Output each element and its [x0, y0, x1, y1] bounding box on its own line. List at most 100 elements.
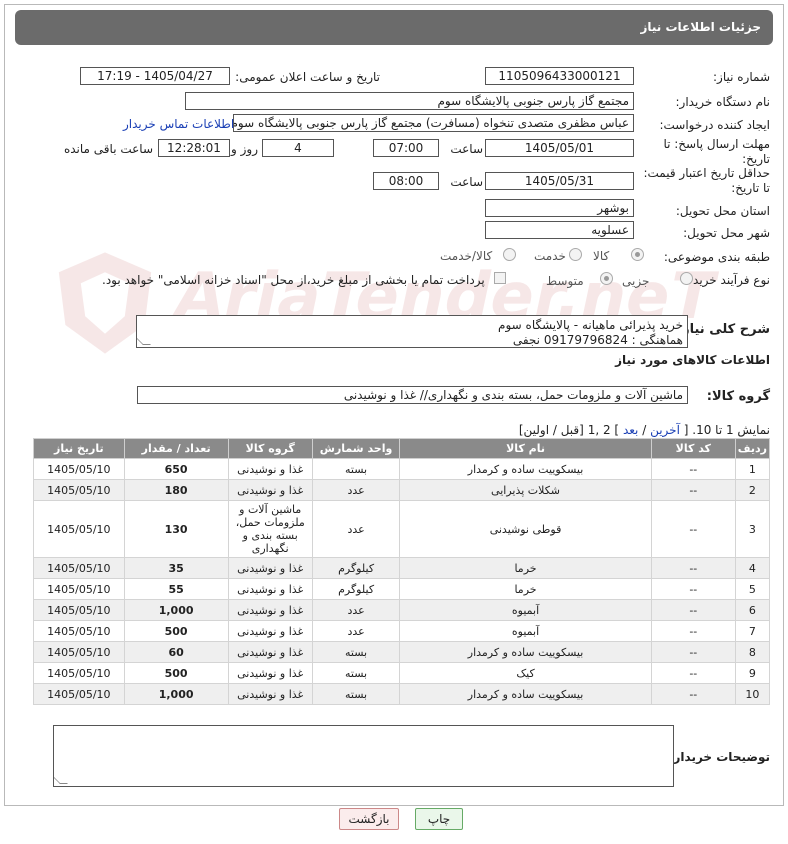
buyer-org-field: مجتمع گاز پارس جنوبی پالایشگاه سوم — [185, 92, 634, 110]
cell-qty: 180 — [123, 479, 229, 501]
need-number-label: شماره نیاز: — [713, 70, 770, 84]
col-row: ردیف — [734, 438, 771, 459]
cell-code: -- — [650, 458, 736, 480]
cell-name: بیسکوییت ساده و کرمدار — [399, 458, 652, 480]
goods-group-field: ماشین آلات و ملزومات حمل، بسته بندی و نگ… — [137, 386, 688, 404]
table-row: 8 -- بیسکوییت ساده و کرمدار بسته غذا و نوشید… — [33, 641, 771, 663]
table-row: 6 -- آبمیوه عدد غذا و نوشیدنی 1,000 1405/05/10 — [33, 599, 771, 621]
cell-unit: بسته — [311, 683, 401, 705]
purchase-option-medium: متوسط — [546, 274, 584, 288]
pagination: نمایش 1 تا 10. [ آخرین / بعد ] 2 ,1 [قبل… — [519, 423, 770, 437]
table-row: 1 -- بیسکوییت ساده و کرمدار بسته غذا و نوشید… — [33, 458, 771, 480]
cell-qty: 500 — [123, 620, 229, 642]
category-radio-service[interactable] — [569, 248, 582, 261]
buyer-notes-textarea[interactable] — [53, 725, 674, 787]
pagination-next-link[interactable]: بعد — [623, 423, 638, 437]
cell-code: -- — [650, 557, 736, 579]
announce-label: تاریخ و ساعت اعلان عمومی: — [235, 70, 380, 84]
cell-group: غذا و نوشیدنی — [227, 458, 313, 480]
print-button[interactable]: چاپ — [415, 808, 463, 830]
cell-date: 1405/05/10 — [33, 620, 125, 642]
cell-group: غذا و نوشیدنی — [227, 578, 313, 600]
category-label: طبقه بندی موضوعی: — [663, 250, 770, 264]
cell-date: 1405/05/10 — [33, 458, 125, 480]
col-date: تاریخ نیاز — [33, 438, 125, 459]
category-radio-goods[interactable] — [631, 248, 644, 261]
table-row: 4 -- خرما کیلوگرم غذا و نوشیدنی 35 1405/05/10 — [33, 557, 771, 579]
table-row: 7 -- آبمیوه عدد غذا و نوشیدنی 500 1405/05/10 — [33, 620, 771, 642]
pagination-prev-first: [قبل / اولین] — [518, 423, 584, 437]
city-field: عسلویه — [485, 221, 634, 239]
cell-code: -- — [650, 641, 736, 663]
col-group: گروه کالا — [227, 438, 313, 459]
col-qty: تعداد / مقدار — [123, 438, 229, 459]
cell-name: بیسکوییت ساده و کرمدار — [399, 641, 652, 663]
cell-date: 1405/05/10 — [33, 500, 125, 558]
cell-row: 2 — [734, 479, 771, 501]
desc-textarea[interactable]: خرید پذیرائی ماهیانه - پالایشگاه سوم هما… — [136, 315, 688, 348]
cell-name: خرما — [399, 557, 652, 579]
cell-row: 7 — [734, 620, 771, 642]
cell-date: 1405/05/10 — [33, 479, 125, 501]
purchase-radio-minor[interactable] — [680, 272, 693, 285]
col-name: نام کالا — [399, 438, 652, 459]
items-table: ردیف کد کالا نام کالا واحد شمارش گروه کا… — [33, 438, 771, 705]
pagination-pages: ] 2 ,1 — [587, 423, 620, 437]
cell-date: 1405/05/10 — [33, 599, 125, 621]
cell-name: آبمیوه — [399, 620, 652, 642]
cell-row: 8 — [734, 641, 771, 663]
buyer-notes-label: توضیحات خریدار: — [668, 750, 770, 764]
reply-date-field: 1405/05/01 — [485, 139, 634, 157]
page-header: جزئیات اطلاعات نیاز — [15, 10, 773, 45]
cell-date: 1405/05/10 — [33, 662, 125, 684]
goods-info-title: اطلاعات کالاهای مورد نیاز — [615, 353, 770, 367]
category-option-goods: کالا — [593, 249, 610, 263]
cell-row: 10 — [734, 683, 771, 705]
pagination-sep: / — [638, 423, 647, 437]
reply-time-field: 07:00 — [373, 139, 439, 157]
cell-group: غذا و نوشیدنی — [227, 683, 313, 705]
cell-date: 1405/05/10 — [33, 683, 125, 705]
cell-unit: بسته — [311, 641, 401, 663]
back-button[interactable]: بازگشت — [339, 808, 399, 830]
province-field: بوشهر — [485, 199, 634, 217]
category-option-service: خدمت — [534, 249, 566, 263]
pagination-last-link[interactable]: آخرین — [650, 423, 680, 437]
cell-qty: 60 — [123, 641, 229, 663]
cell-name: خرما — [399, 578, 652, 600]
remaining-label: ساعت باقی مانده — [63, 142, 153, 156]
cell-code: -- — [650, 683, 736, 705]
cell-group: غذا و نوشیدنی — [227, 557, 313, 579]
cell-row: 9 — [734, 662, 771, 684]
resize-handle-icon[interactable] — [54, 776, 68, 784]
cell-qty: 35 — [123, 557, 229, 579]
cell-group: غذا و نوشیدنی — [227, 620, 313, 642]
cell-unit: عدد — [311, 620, 401, 642]
cell-code: -- — [650, 578, 736, 600]
table-row: 2 -- شکلات پذیرایی عدد غذا و نوشیدنی 180 1405/… — [33, 479, 771, 501]
cell-group: ماشین آلات و ملزومات حمل، بسته بندی و نگ… — [227, 500, 313, 558]
creator-label: ایجاد کننده درخواست: — [659, 118, 770, 132]
cell-row: 5 — [734, 578, 771, 600]
cell-unit: عدد — [311, 479, 401, 501]
cell-qty: 1,000 — [123, 683, 229, 705]
cell-code: -- — [650, 599, 736, 621]
cell-qty: 500 — [123, 662, 229, 684]
cell-name: قوطی نوشیدنی — [399, 500, 652, 558]
desc-line-1: خرید پذیرائی ماهیانه - پالایشگاه سوم — [498, 318, 683, 332]
table-header-row: ردیف کد کالا نام کالا واحد شمارش گروه کا… — [33, 438, 771, 459]
reply-time-label: ساعت — [450, 142, 483, 156]
purchase-radio-medium[interactable] — [600, 272, 613, 285]
cell-name: بیسکوییت ساده و کرمدار — [399, 683, 652, 705]
cell-row: 1 — [734, 458, 771, 480]
col-unit: واحد شمارش — [311, 438, 401, 459]
cell-date: 1405/05/10 — [33, 578, 125, 600]
buyer-contact-link[interactable]: اطلاعات تماس خریدار — [123, 117, 234, 131]
treasury-checkbox[interactable] — [494, 272, 506, 284]
cell-qty: 650 — [123, 458, 229, 480]
category-radio-both[interactable] — [503, 248, 516, 261]
purchase-option-minor: جزیی — [622, 274, 650, 288]
cell-qty: 55 — [123, 578, 229, 600]
need-number-field: 1105096433000121 — [485, 67, 634, 85]
pagination-showing: نمایش 1 تا 10. [ — [683, 423, 770, 437]
